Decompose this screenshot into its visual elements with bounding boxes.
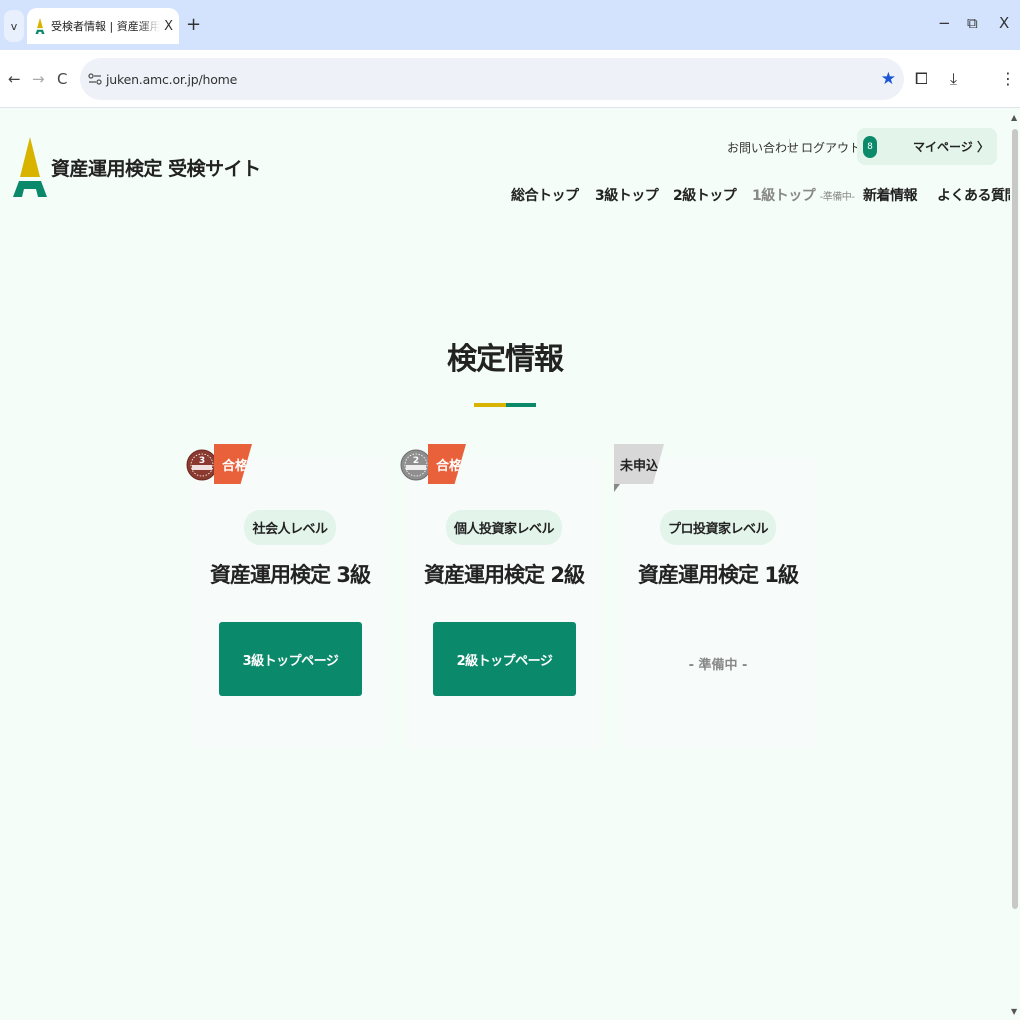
nav-item-news[interactable]: 新着情報 <box>863 185 918 205</box>
grade2-top-button[interactable]: 2級トップページ <box>433 622 576 696</box>
grade2-level-label: 個人投資家レベル <box>445 510 562 545</box>
back-button[interactable]: ← <box>8 70 21 88</box>
grade3-status-badge: 合格 <box>214 444 252 484</box>
user-avatar-icon: 8 <box>863 136 877 158</box>
browser-toolbar: ← → C juken.amc.or.jp/home ★ ⧠ ⤓ ⋮ <box>0 50 1020 108</box>
grade2-level: 個人投資家レベル <box>406 510 602 545</box>
site-name[interactable]: 資産運用検定 受検サイト <box>51 154 261 181</box>
grade3-card: 3 合格 社会人レベル 資産運用検定 3級 3級トップページ <box>186 444 388 748</box>
browser-tab-bar: v 受検者情報 | 資産運用検定 受検サイト X + − ⧉ X <box>0 0 1020 50</box>
grade1-card: 未申込 プロ投資家レベル 資産運用検定 1級 - 準備中 - <box>614 444 816 748</box>
nav-item-grade1-label: 1級トップ <box>752 188 816 204</box>
browser-tab-active[interactable]: 受検者情報 | 資産運用検定 受検サイト X <box>27 8 179 44</box>
forward-button[interactable]: → <box>32 70 45 88</box>
tab-close-icon[interactable]: X <box>164 19 173 34</box>
site-logo[interactable] <box>13 137 47 197</box>
grade2-medal-text: 2 <box>413 456 419 466</box>
grade1-level: プロ投資家レベル <box>620 510 816 545</box>
address-bar[interactable]: juken.amc.or.jp/home ★ <box>80 58 904 100</box>
grade1-preparing-note: - 準備中 - <box>688 658 748 673</box>
nav-item-grade1-top: 1級トップ -準備中- <box>752 185 855 205</box>
grade1-status-badge: 未申込 <box>614 444 664 484</box>
nav-item-grade1-sub: -準備中- <box>819 192 855 203</box>
grade3-title: 資産運用検定 3級 <box>210 563 371 587</box>
nav-item-grade2-top[interactable]: 2級トップ <box>673 185 737 205</box>
grade2-medal-icon: 2 <box>400 449 432 481</box>
tab-search-button[interactable]: v <box>4 10 24 42</box>
grade3-top-button[interactable]: 3級トップページ <box>219 622 362 696</box>
grade1-badge-fold <box>614 484 620 492</box>
title-underline <box>474 403 536 407</box>
close-window-button[interactable]: X <box>999 14 1009 32</box>
site-info-icon[interactable] <box>88 72 102 86</box>
nav-item-overall-top[interactable]: 総合トップ <box>511 185 579 205</box>
grade3-level-label: 社会人レベル <box>244 510 336 545</box>
nav-item-faq[interactable]: よくある質問 <box>937 185 1010 205</box>
mypage-button[interactable]: 8 マイページ 〉 <box>857 128 997 165</box>
reload-button[interactable]: C <box>57 70 67 88</box>
browser-menu-icon[interactable]: ⋮ <box>1000 69 1016 88</box>
new-tab-button[interactable]: + <box>186 14 201 35</box>
grade2-status-badge: 合格 <box>428 444 466 484</box>
bookmark-star-icon[interactable]: ★ <box>881 69 896 89</box>
grade3-medal-icon: 3 <box>186 449 218 481</box>
page-content: 資産運用検定 受検サイト お問い合わせ ログアウト 8 マイページ 〉 総合トッ… <box>0 109 1010 1020</box>
grade2-title: 資産運用検定 2級 <box>424 563 585 587</box>
logout-link[interactable]: ログアウト <box>801 139 861 156</box>
url-text[interactable]: juken.amc.or.jp/home <box>106 72 237 87</box>
mypage-label: マイページ 〉 <box>913 140 989 154</box>
util-divider <box>789 139 790 153</box>
grade3-level: 社会人レベル <box>192 510 388 545</box>
grade1-title: 資産運用検定 1級 <box>638 563 799 587</box>
page-scrollbar[interactable]: ▲ ▼ <box>1010 109 1020 1020</box>
download-icon[interactable]: ⤓ <box>950 69 957 89</box>
grade1-level-label: プロ投資家レベル <box>659 510 776 545</box>
grade2-card: 2 合格 個人投資家レベル 資産運用検定 2級 2級トップページ <box>400 444 602 748</box>
nav-item-grade3-top[interactable]: 3級トップ <box>595 185 659 205</box>
scrollbar-thumb[interactable] <box>1012 129 1018 909</box>
scroll-down-icon[interactable]: ▼ <box>1011 1007 1017 1016</box>
restore-button[interactable]: ⧉ <box>967 14 978 32</box>
tab-title: 受検者情報 | 資産運用検定 受検サイト <box>51 20 161 33</box>
extensions-icon[interactable]: ⧠ <box>915 69 928 89</box>
scroll-up-icon[interactable]: ▲ <box>1011 113 1017 122</box>
minimize-button[interactable]: − <box>938 14 951 32</box>
section-title: 検定情報 <box>447 342 564 377</box>
site-favicon-icon <box>35 18 45 34</box>
grade3-medal-text: 3 <box>199 456 205 466</box>
